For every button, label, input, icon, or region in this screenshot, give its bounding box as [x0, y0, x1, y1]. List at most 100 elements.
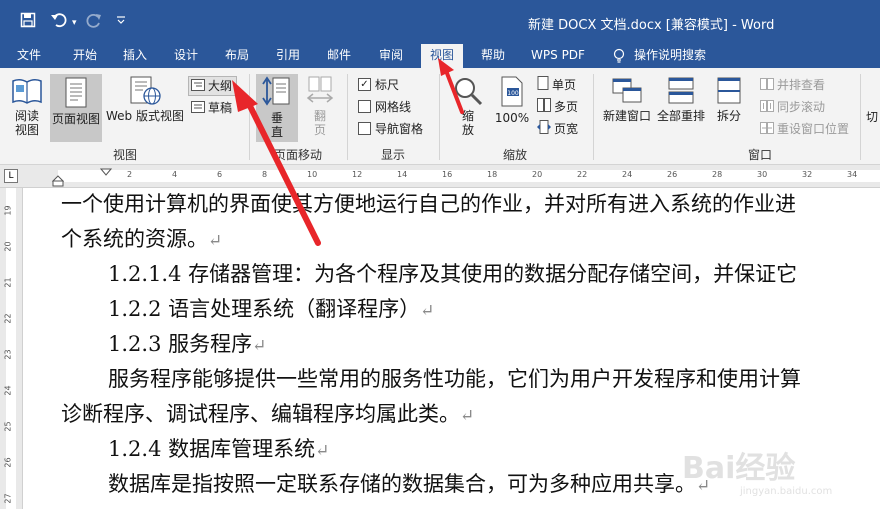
read-mode-label: 阅读视图 [14, 109, 39, 137]
hanging-indent-marker[interactable] [52, 175, 64, 187]
document-line[interactable]: 1.2.4 数据库管理系统↵ [108, 433, 329, 463]
paragraph-mark: ↵ [460, 406, 475, 426]
web-layout-label: Web 版式视图 [106, 109, 184, 123]
document-line[interactable]: 一个使用计算机的界面使其方便地运行自己的作业，并对所有进入系统的作业进 [61, 188, 796, 218]
ruler-check-mark[interactable]: ✓ [358, 78, 371, 91]
page-width-button[interactable]: 页宽 [537, 120, 578, 138]
baidu-logo: Bai经验 jingyan.baidu.com [682, 451, 832, 497]
line-text: 个系统的资源。 [61, 227, 208, 251]
line-text: 服务程序能够提供一些常用的服务性功能，它们为用户开发程序和使用计算 [108, 367, 801, 391]
new-window-label: 新建窗口 [602, 109, 651, 123]
outline-icon [191, 78, 205, 96]
one-page-button[interactable]: 单页 [537, 76, 576, 94]
draft-icon [191, 100, 205, 118]
side-by-side-icon [760, 77, 774, 95]
page-icon [65, 77, 87, 108]
ruler-tick-label: 20 [532, 170, 543, 179]
document-line[interactable]: 1.2.3 服务程序↵ [108, 328, 266, 358]
document-line[interactable]: 个系统的资源。↵ [61, 223, 222, 253]
save-icon[interactable] [20, 12, 36, 32]
title-bar: ▾ 新建 DOCX 文档.docx [兼容模式] - Word [0, 0, 880, 44]
undo-dropdown-icon[interactable]: ▾ [72, 18, 77, 28]
zoom-100-label: 100% [494, 111, 530, 125]
zoom-group-label: 缩放 [502, 148, 527, 162]
new-window-button[interactable]: 新建窗口 [600, 76, 654, 142]
zoom-100-icon: 100 [501, 76, 523, 107]
switch-windows-button[interactable]: 切 [866, 108, 878, 126]
navigation-pane-checkbox[interactable]: 导航窗格 [358, 120, 423, 138]
separator [860, 74, 861, 160]
chevron-down-icon[interactable] [116, 15, 126, 28]
ruler-tick-label: 14 [397, 170, 408, 179]
vertical-ruler[interactable]: 19 20 21 22 23 24 25 26 27 [0, 188, 23, 509]
split-button[interactable]: 拆分 [710, 76, 748, 142]
undo-icon[interactable] [50, 12, 68, 32]
arrange-all-label: 全部重排 [656, 109, 705, 123]
line-text: 诊断程序、调试程序、编辑程序均属此类。 [61, 402, 460, 426]
tab-home[interactable]: 开始 [64, 44, 106, 68]
view-side-by-side-button[interactable]: 并排查看 [760, 76, 825, 94]
outline-button[interactable]: 大纲 [188, 76, 238, 96]
gridlines-checkbox[interactable]: 网格线 [358, 98, 411, 116]
draft-label: 草稿 [208, 101, 233, 115]
read-mode-button[interactable]: 阅读视图 [6, 76, 48, 142]
vertical-button[interactable]: 垂直 [256, 74, 298, 142]
draft-button[interactable]: 草稿 [191, 99, 232, 117]
first-line-indent-marker[interactable] [100, 168, 112, 184]
multiple-pages-button[interactable]: 多页 [537, 98, 578, 116]
tab-insert[interactable]: 插入 [114, 44, 156, 68]
web-layout-button[interactable]: Web 版式视图 [104, 76, 186, 142]
document-line[interactable]: 诊断程序、调试程序、编辑程序均属此类。↵ [61, 398, 474, 428]
ruler-checkbox[interactable]: ✓ 标尺 [358, 76, 399, 94]
document-line[interactable]: 数据库是指按照一定联系存储的数据集合，可为多种应用共享。↵ [108, 468, 710, 498]
ruler-tick-label: 16 [442, 170, 453, 179]
gridlines-check-box[interactable] [358, 100, 371, 113]
show-group-label: 显示 [380, 148, 405, 162]
ruler-label: 标尺 [375, 78, 400, 92]
split-label: 拆分 [716, 109, 741, 123]
page-width-label: 页宽 [554, 122, 579, 136]
vertical-ruler-tick-label: 27 [3, 493, 13, 504]
separator [249, 74, 250, 160]
tab-references[interactable]: 引用 [267, 44, 309, 68]
paragraph-mark: ↵ [315, 441, 330, 461]
document-line[interactable]: 服务程序能够提供一些常用的服务性功能，它们为用户开发程序和使用计算 [108, 363, 801, 393]
tell-me-search[interactable]: 操作说明搜索 [634, 44, 716, 68]
ruler-tick-label: 26 [667, 170, 678, 179]
tab-design[interactable]: 设计 [165, 44, 207, 68]
tab-layout[interactable]: 布局 [216, 44, 258, 68]
line-text: 1.2.2 语言处理系统（翻译程序） [108, 297, 421, 321]
ruler-tick-label: 10 [307, 170, 318, 179]
separator [347, 74, 348, 160]
arrange-all-button[interactable]: 全部重排 [655, 76, 707, 142]
print-layout-button[interactable]: 页面视图 [50, 74, 102, 142]
side-to-side-label: 翻页 [313, 109, 326, 137]
svg-text:100: 100 [507, 90, 519, 97]
ruler-tick-label: 30 [757, 170, 768, 179]
redo-icon[interactable] [86, 12, 102, 32]
document-line[interactable]: 1.2.1.4 存储器管理：为各个程序及其使用的数据分配存储空间，并保证它 [108, 258, 797, 288]
side-by-side-label: 并排查看 [777, 78, 826, 92]
horizontal-ruler[interactable]: L 2 4 6 8 10 12 14 16 18 20 22 24 26 28 30 32 34 [0, 165, 880, 188]
tab-selector-icon[interactable]: L [4, 169, 18, 183]
navigation-check-box[interactable] [358, 122, 371, 135]
sync-scroll-icon [760, 99, 774, 117]
side-to-side-button[interactable]: 翻页 [302, 76, 338, 142]
book-icon [12, 78, 42, 104]
line-text: 1.2.1.4 存储器管理：为各个程序及其使用的数据分配存储空间，并保证它 [108, 262, 798, 286]
tab-help[interactable]: 帮助 [472, 44, 514, 68]
line-text: 1.2.4 数据库管理系统 [108, 437, 316, 461]
tab-mailings[interactable]: 邮件 [318, 44, 360, 68]
tab-review[interactable]: 审阅 [370, 44, 412, 68]
baidu-jingyan-watermark: Bai经验 jingyan.baidu.com [680, 440, 870, 504]
reset-window-position-button[interactable]: 重设窗口位置 [760, 120, 849, 138]
zoom-100-button[interactable]: 100 100% [492, 76, 532, 142]
sync-scroll-button[interactable]: 同步滚动 [760, 98, 825, 116]
tab-wps-pdf[interactable]: WPS PDF [526, 44, 590, 68]
document-line[interactable]: 1.2.2 语言处理系统（翻译程序）↵ [108, 293, 434, 323]
zoom-label: 缩放 [461, 109, 474, 137]
tab-view[interactable]: 视图 [421, 44, 463, 69]
one-page-icon [537, 76, 549, 95]
zoom-button[interactable]: 缩放 [448, 76, 488, 142]
tab-file[interactable]: 文件 [8, 44, 50, 68]
